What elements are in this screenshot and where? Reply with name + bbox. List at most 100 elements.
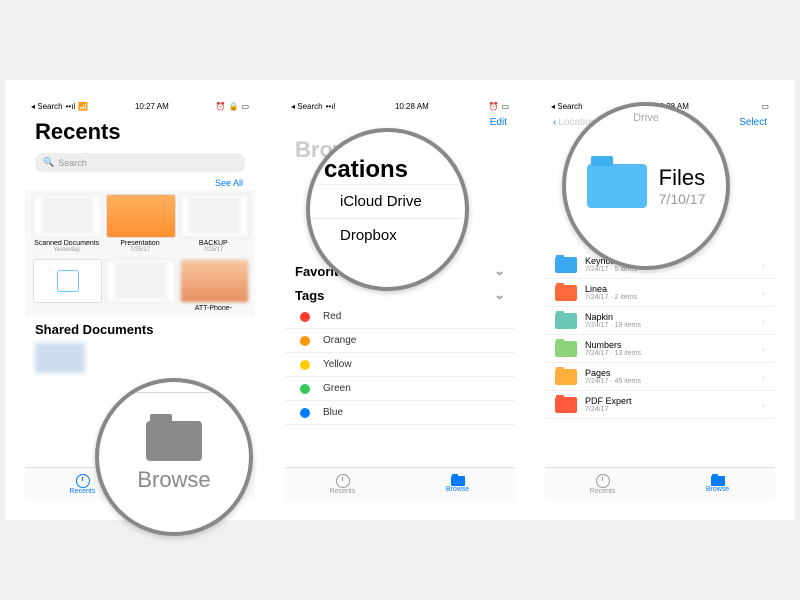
document-icon <box>106 259 175 303</box>
magnifier-locations: cations iCloud Drive Dropbox <box>306 128 469 291</box>
folder-icon <box>555 341 577 357</box>
folder-row[interactable]: PDF Expert7/24/17› <box>545 391 775 419</box>
folder-name: Linea <box>585 284 762 294</box>
folder-icon <box>555 397 577 413</box>
tag-row[interactable]: Blue <box>285 401 515 425</box>
chevron-down-icon[interactable]: ⌄ <box>494 287 505 303</box>
folder-icon <box>587 164 647 208</box>
folder-list: Keynote7/24/17 · 5 items›Linea7/24/17 · … <box>545 251 775 419</box>
folder-name: Pages <box>585 368 762 378</box>
tag-dot-icon <box>300 360 310 370</box>
keynote-icon <box>106 194 175 238</box>
tags-header: Tags <box>295 288 324 303</box>
chevron-right-icon: › <box>762 288 765 298</box>
tag-dot-icon <box>300 408 310 418</box>
tag-row[interactable]: Green <box>285 377 515 401</box>
folder-meta: 7/24/17 · 13 items <box>585 350 762 357</box>
chevron-right-icon: › <box>762 344 765 354</box>
page-title: Recents <box>25 113 255 149</box>
tag-dot-icon <box>300 312 310 322</box>
folder-row[interactable]: Napkin7/24/17 · 19 items› <box>545 307 775 335</box>
search-input[interactable]: 🔍 Search <box>35 153 245 172</box>
status-bar: ◂ Search••ıl📶 10:27 AM ⏰🔒▭ <box>25 100 255 113</box>
signal-icon: ••ıl <box>66 102 76 111</box>
clock-icon <box>596 474 610 488</box>
tab-bar: Recents Browse <box>545 467 775 500</box>
folder-name: PDF Expert <box>585 396 762 406</box>
folder-meta: 7/24/17 · 19 items <box>585 322 762 329</box>
folder-name: Napkin <box>585 312 762 322</box>
edit-button[interactable]: Edit <box>490 117 507 128</box>
back-search[interactable]: ◂ Search <box>551 102 583 111</box>
audio-icon <box>33 259 102 303</box>
alarm-icon: ⏰ <box>488 102 498 111</box>
battery-icon: ▭ <box>501 102 509 111</box>
tab-recents[interactable]: Recents <box>545 468 660 500</box>
search-icon: 🔍 <box>43 157 54 168</box>
location-icloud[interactable]: iCloud Drive <box>306 184 469 218</box>
see-all-link[interactable]: See All <box>25 176 255 190</box>
chevron-right-icon: › <box>762 400 765 410</box>
back-search[interactable]: ◂ Search <box>291 102 323 111</box>
folder-date: 7/10/17 <box>659 191 706 207</box>
status-time: 10:28 AM <box>395 102 429 111</box>
folder-icon <box>555 313 577 329</box>
clock-icon <box>336 474 350 488</box>
document-icon <box>180 194 249 238</box>
recent-item[interactable]: Presentation 7/25/17 <box>106 194 173 253</box>
tab-browse[interactable]: Browse <box>400 468 515 500</box>
signal-icon: ••ıl <box>326 102 336 111</box>
tab-bar: Recents Browse <box>285 467 515 500</box>
folder-row[interactable]: Linea7/24/17 · 2 items› <box>545 279 775 307</box>
status-time: 10:27 AM <box>135 102 169 111</box>
document-icon <box>33 194 102 238</box>
browse-label: Browse <box>137 467 210 493</box>
folder-icon <box>711 476 725 486</box>
battery-icon: ▭ <box>241 102 249 111</box>
folder-meta: 7/24/17 <box>585 406 762 413</box>
location-dropbox[interactable]: Dropbox <box>306 218 469 252</box>
chevron-right-icon: › <box>762 260 765 270</box>
status-bar: ◂ Search••ıl 10:28 AM ⏰▭ <box>285 100 515 113</box>
chevron-right-icon: › <box>762 372 765 382</box>
folder-icon <box>555 285 577 301</box>
folder-icon <box>555 369 577 385</box>
tab-recents[interactable]: Recents <box>285 468 400 500</box>
tag-row[interactable]: Orange <box>285 329 515 353</box>
folder-row[interactable]: Numbers7/24/17 · 13 items› <box>545 335 775 363</box>
clock-icon <box>76 474 90 488</box>
folder-name: Numbers <box>585 340 762 350</box>
folder-name: Files <box>659 165 706 191</box>
chevron-right-icon: › <box>762 316 765 326</box>
wifi-icon: 📶 <box>78 102 88 111</box>
folder-icon <box>451 476 465 486</box>
magnifier-browse-tab: Browse <box>95 378 253 536</box>
orientation-lock-icon: 🔒 <box>228 102 238 111</box>
folder-meta: 7/24/17 · 45 items <box>585 378 762 385</box>
folder-icon <box>146 421 202 461</box>
select-button[interactable]: Select <box>739 117 767 128</box>
recent-item[interactable] <box>106 259 173 312</box>
chevron-down-icon[interactable]: ⌄ <box>494 263 505 279</box>
folder-meta: 7/24/17 · 2 items <box>585 294 762 301</box>
battery-icon: ▭ <box>761 102 769 111</box>
tag-row[interactable]: Red <box>285 305 515 329</box>
folder-meta: 7/24/17 · 5 items <box>585 266 762 273</box>
recent-item[interactable]: BACKUP 7/25/17 <box>180 194 247 253</box>
tag-dot-icon <box>300 384 310 394</box>
tab-browse[interactable]: Browse <box>660 468 775 500</box>
image-icon <box>180 259 249 303</box>
recent-item[interactable]: Scanned Documents Yesterday <box>33 194 100 253</box>
folder-icon <box>555 257 577 273</box>
back-search[interactable]: ◂ Search <box>31 102 63 111</box>
magnifier-files-folder: Drive Files 7/10/17 <box>562 102 730 270</box>
tag-row[interactable]: Yellow <box>285 353 515 377</box>
locations-header: cations <box>310 156 408 184</box>
recent-item[interactable]: ATT-Phone- <box>180 259 247 312</box>
recents-grid: Scanned Documents Yesterday Presentation… <box>25 190 255 316</box>
recent-item[interactable] <box>33 259 100 312</box>
folder-row[interactable]: Pages7/24/17 · 45 items› <box>545 363 775 391</box>
alarm-icon: ⏰ <box>216 102 226 111</box>
drive-header: Drive <box>566 112 726 124</box>
tag-dot-icon <box>300 336 310 346</box>
